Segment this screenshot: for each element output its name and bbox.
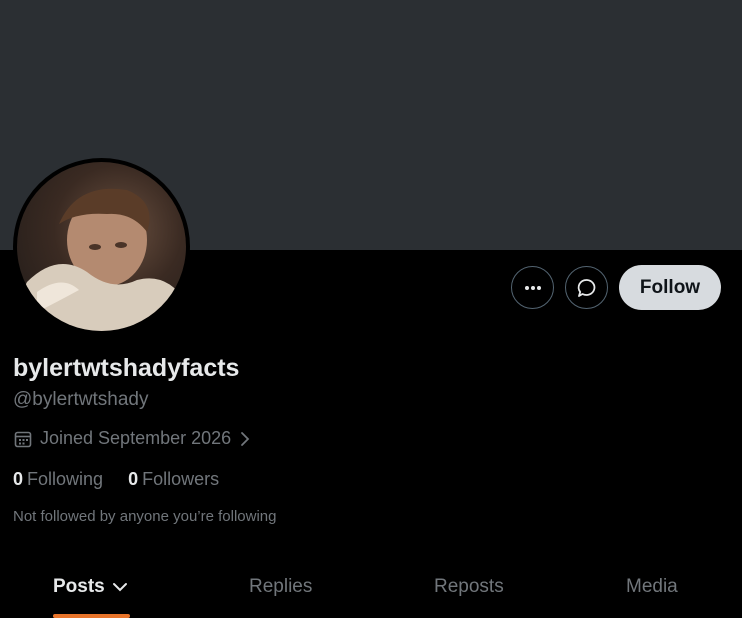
tab-media[interactable]: Media (626, 576, 678, 598)
joined-label: Joined September 2026 (40, 428, 232, 448)
tab-label: Posts (53, 576, 105, 597)
followers-count: 0 (128, 469, 139, 489)
not-followed-notice: Not followed by anyone you’re following (13, 508, 277, 525)
chevron-down-icon (112, 583, 127, 592)
handle: @bylertwtshady (13, 389, 149, 410)
more-button[interactable] (511, 266, 554, 309)
following-label: Following (27, 469, 104, 489)
followers-label: Followers (142, 469, 220, 489)
follow-button[interactable]: Follow (619, 265, 721, 310)
avatar[interactable] (13, 158, 190, 335)
calendar-icon (14, 431, 32, 447)
display-name: bylertwtshadyfacts (13, 354, 240, 382)
tab-posts[interactable]: Posts (53, 576, 129, 598)
chevron-right-icon (241, 431, 250, 446)
tab-reposts[interactable]: Reposts (434, 576, 504, 598)
profile-tabs: Posts Replies Reposts Media (0, 560, 742, 618)
profile-actions: Follow (511, 265, 721, 310)
followers-link[interactable]: 0 Followers (128, 469, 219, 490)
more-horizontal-icon (524, 285, 541, 290)
message-button[interactable] (565, 266, 608, 309)
tab-replies[interactable]: Replies (249, 576, 312, 598)
joined-date[interactable]: Joined September 2026 (13, 428, 252, 449)
message-bubble-icon (577, 278, 595, 297)
avatar-image (17, 162, 186, 331)
profile-stats: 0 Following 0 Followers (13, 469, 219, 490)
following-count: 0 (13, 469, 24, 489)
active-tab-indicator (53, 614, 130, 618)
following-link[interactable]: 0 Following (13, 469, 103, 490)
